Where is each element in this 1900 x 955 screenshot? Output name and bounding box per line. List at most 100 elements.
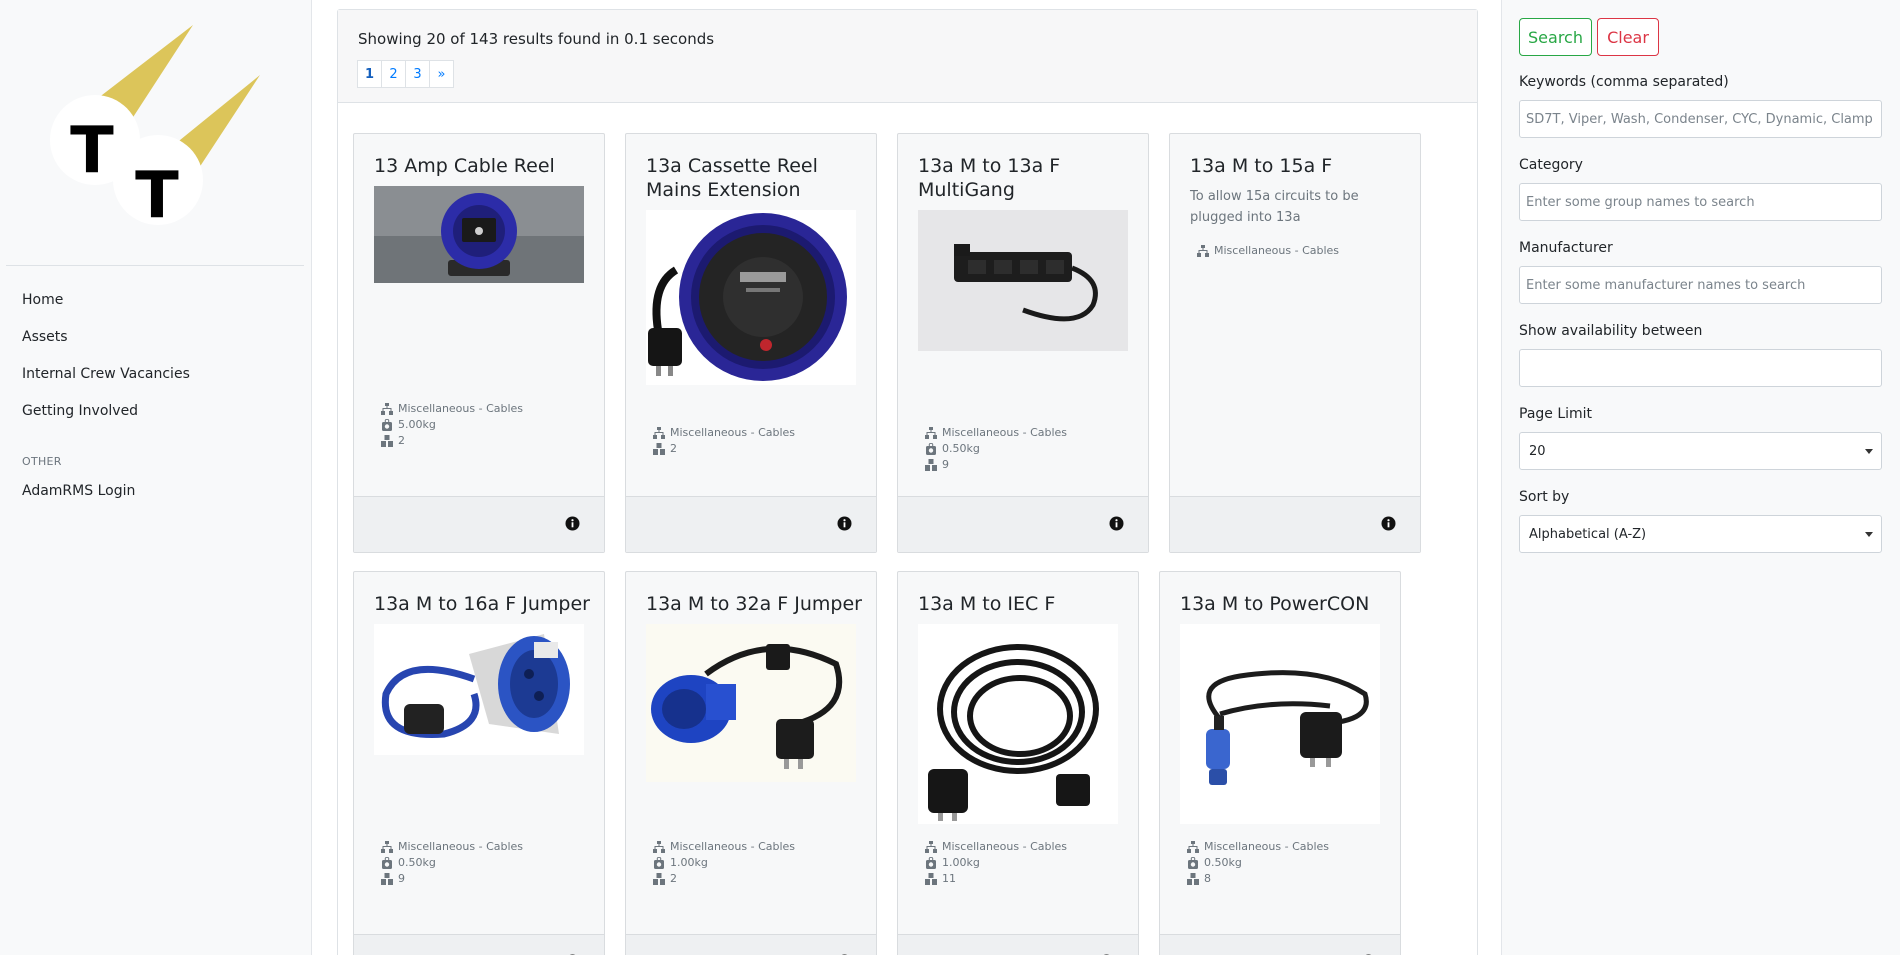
boxes-icon xyxy=(925,873,937,885)
sitemap-icon xyxy=(381,841,393,853)
search-button[interactable]: Search xyxy=(1519,18,1592,56)
asset-title[interactable]: 13a M to 16a F Jumper xyxy=(374,592,590,616)
page-limit-value: 20 xyxy=(1529,443,1546,459)
asset-card[interactable]: 13a M to 13a F MultiGang Miscellaneous -… xyxy=(897,133,1149,553)
asset-title[interactable]: 13a M to 15a F xyxy=(1190,154,1406,178)
sitemap-icon xyxy=(925,841,937,853)
info-icon[interactable] xyxy=(1381,516,1396,531)
multigang-photo xyxy=(918,210,1128,351)
sort-label: Sort by xyxy=(1519,489,1570,505)
asset-quantity: 11 xyxy=(942,872,956,885)
nav-internal-crew-vacancies[interactable]: Internal Crew Vacancies xyxy=(22,366,190,382)
asset-card-footer xyxy=(354,934,604,955)
asset-title[interactable]: 13a M to 13a F MultiGang xyxy=(918,154,1134,202)
boxes-icon xyxy=(381,873,393,885)
results-header: Showing 20 of 143 results found in 0.1 s… xyxy=(338,10,1477,103)
asset-card[interactable]: 13a M to 32a F Jumper Miscellaneous - Ca… xyxy=(625,571,877,955)
pagination: 1 2 3 » xyxy=(357,60,454,88)
boxes-icon xyxy=(653,873,665,885)
cable-reel-photo xyxy=(374,186,584,283)
sidebar: T T Home Assets Internal Crew Vacancies … xyxy=(0,0,312,955)
nav-home[interactable]: Home xyxy=(22,292,63,308)
asset-category: Miscellaneous - Cables xyxy=(398,402,524,415)
boxes-icon xyxy=(1187,873,1199,885)
weight-icon xyxy=(1187,856,1199,869)
16a-jumper-photo xyxy=(374,624,584,755)
asset-category: Miscellaneous - Cables xyxy=(670,426,796,439)
asset-title[interactable]: 13a M to 32a F Jumper xyxy=(646,592,862,616)
boxes-icon xyxy=(653,443,665,455)
asset-title[interactable]: 13a M to IEC F xyxy=(918,592,1124,616)
asset-weight: 0.50kg xyxy=(942,442,980,455)
asset-quantity: 9 xyxy=(942,458,949,471)
results-card: Showing 20 of 143 results found in 0.1 s… xyxy=(337,9,1478,955)
nav-adamrms-login[interactable]: AdamRMS Login xyxy=(22,483,135,499)
nav-heading-other: OTHER xyxy=(22,455,62,468)
asset-card[interactable]: 13a M to 16a F Jumper Miscellaneous - Ca… xyxy=(353,571,605,955)
asset-meta: Miscellaneous - Cables 1.00kg 11 xyxy=(925,839,1067,887)
sitemap-icon xyxy=(653,841,665,853)
asset-category: Miscellaneous - Cables xyxy=(1214,244,1340,257)
asset-title[interactable]: 13a Cassette Reel Mains Extension xyxy=(646,154,862,202)
manufacturer-label: Manufacturer xyxy=(1519,240,1613,256)
powercon-cable-photo xyxy=(1180,624,1380,824)
page-limit-label: Page Limit xyxy=(1519,406,1593,422)
asset-card[interactable]: 13a M to 15a F To allow 15a circuits to … xyxy=(1169,133,1421,553)
manufacturer-input[interactable] xyxy=(1519,266,1882,304)
logo-letter-1: T xyxy=(70,114,114,188)
asset-card[interactable]: 13a M to IEC F Miscellaneous - Cables 1.… xyxy=(897,571,1139,955)
asset-quantity: 2 xyxy=(398,434,405,447)
sitemap-icon xyxy=(653,427,665,439)
page-limit-select[interactable]: 20 xyxy=(1519,432,1882,470)
weight-icon xyxy=(653,856,665,869)
caret-down-icon xyxy=(1865,449,1873,454)
nav-assets[interactable]: Assets xyxy=(22,329,68,345)
asset-meta: Miscellaneous - Cables xyxy=(1197,243,1339,259)
page-link-2[interactable]: 2 xyxy=(381,60,406,88)
boxes-icon xyxy=(925,459,937,471)
asset-weight: 0.50kg xyxy=(1204,856,1242,869)
asset-category: Miscellaneous - Cables xyxy=(942,840,1068,853)
cassette-reel-photo xyxy=(646,210,856,385)
page-link-1[interactable]: 1 xyxy=(357,60,382,88)
32a-jumper-photo xyxy=(646,624,856,782)
boxes-icon xyxy=(381,435,393,447)
asset-meta: Miscellaneous - Cables 0.50kg 8 xyxy=(1187,839,1329,887)
keywords-label: Keywords (comma separated) xyxy=(1519,74,1729,90)
nav-getting-involved[interactable]: Getting Involved xyxy=(22,403,138,419)
clear-button[interactable]: Clear xyxy=(1597,18,1659,56)
category-input[interactable] xyxy=(1519,183,1882,221)
info-icon[interactable] xyxy=(565,516,580,531)
page-link-3[interactable]: 3 xyxy=(405,60,430,88)
category-label: Category xyxy=(1519,157,1583,173)
asset-quantity: 2 xyxy=(670,872,677,885)
asset-quantity: 8 xyxy=(1204,872,1211,885)
info-icon[interactable] xyxy=(837,516,852,531)
availability-label: Show availability between xyxy=(1519,323,1703,339)
weight-icon xyxy=(381,856,393,869)
keywords-input[interactable] xyxy=(1519,100,1882,138)
filter-panel: Search Clear Keywords (comma separated) … xyxy=(1501,0,1900,955)
asset-card[interactable]: 13a Cassette Reel Mains Extension Miscel… xyxy=(625,133,877,553)
site-logo[interactable]: T T xyxy=(45,20,265,240)
page-link-next[interactable]: » xyxy=(429,60,454,88)
asset-card-footer xyxy=(1170,496,1420,552)
iec-cable-photo xyxy=(918,624,1118,824)
asset-weight: 5.00kg xyxy=(398,418,436,431)
asset-card[interactable]: 13a M to PowerCON Miscellaneous - Cables… xyxy=(1159,571,1401,955)
asset-card-footer xyxy=(354,496,604,552)
asset-quantity: 2 xyxy=(670,442,677,455)
sort-value: Alphabetical (A-Z) xyxy=(1529,526,1647,542)
asset-meta: Miscellaneous - Cables 1.00kg 2 xyxy=(653,839,795,887)
logo-letter-2: T xyxy=(135,159,179,233)
caret-down-icon xyxy=(1865,532,1873,537)
asset-title[interactable]: 13 Amp Cable Reel xyxy=(374,154,590,178)
weight-icon xyxy=(925,856,937,869)
asset-title[interactable]: 13a M to PowerCON xyxy=(1180,592,1386,616)
asset-category: Miscellaneous - Cables xyxy=(942,426,1068,439)
asset-card[interactable]: 13 Amp Cable Reel Miscellaneous - Cables… xyxy=(353,133,605,553)
info-icon[interactable] xyxy=(1109,516,1124,531)
asset-meta: Miscellaneous - Cables 0.50kg 9 xyxy=(925,425,1067,473)
sort-select[interactable]: Alphabetical (A-Z) xyxy=(1519,515,1882,553)
availability-date-range-input[interactable] xyxy=(1519,349,1882,387)
